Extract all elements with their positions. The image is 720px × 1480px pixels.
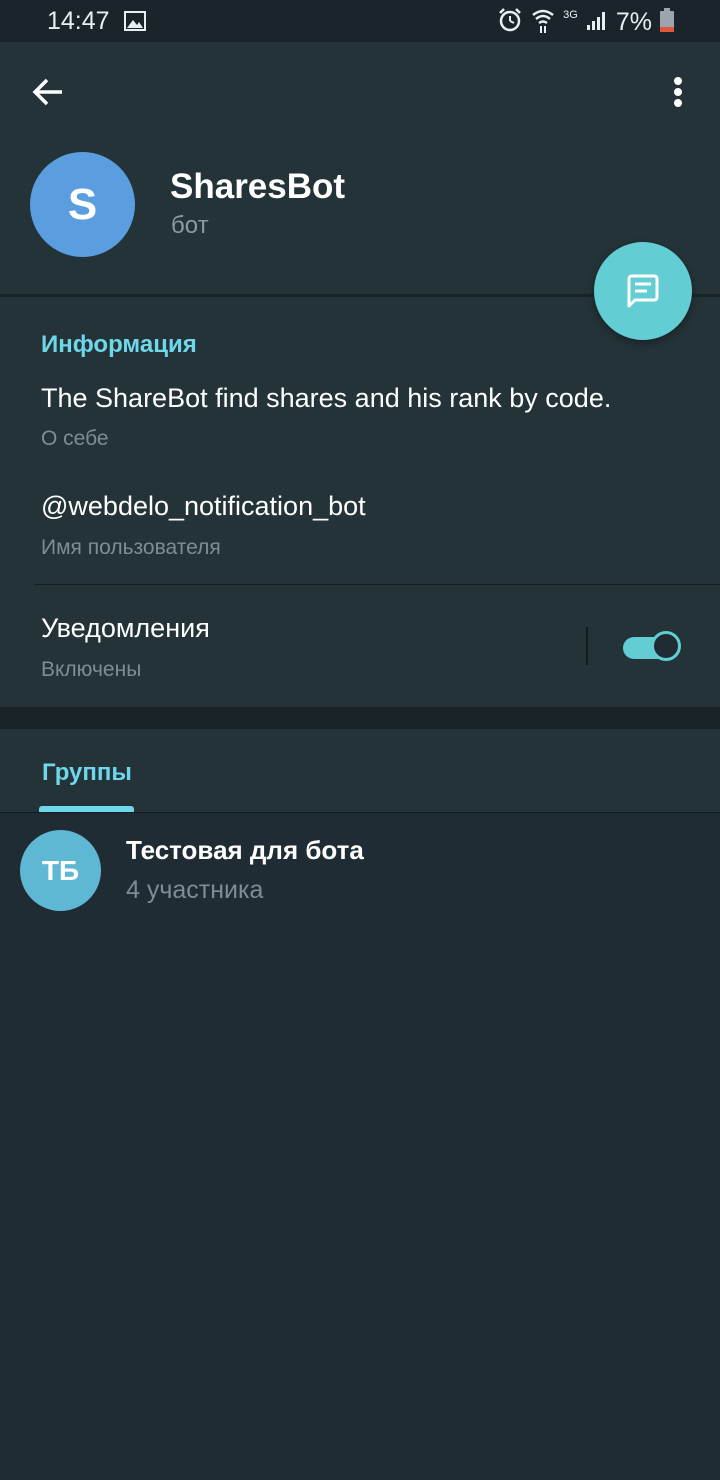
alarm-icon [497, 7, 523, 38]
username-hint: Имя пользователя [41, 536, 221, 559]
back-arrow-icon [32, 78, 62, 106]
username-text[interactable]: @webdelo_notification_bot [41, 491, 366, 522]
more-menu-button[interactable] [664, 74, 692, 114]
vertical-divider [586, 627, 588, 665]
battery-icon [660, 8, 674, 37]
notifications-label: Уведомления [41, 613, 210, 643]
back-button[interactable] [30, 74, 66, 110]
info-section-title: Информация [41, 331, 197, 358]
notifications-toggle[interactable] [623, 630, 683, 664]
status-bar: 14:47 3G 7% [0, 0, 720, 42]
notifications-status: Включены [41, 658, 142, 681]
send-message-button[interactable] [594, 242, 692, 340]
info-section: Информация The ShareBot find shares and … [0, 297, 720, 707]
group-members-count: 4 участника [126, 876, 264, 904]
row-divider [35, 584, 720, 585]
group-list-item[interactable]: ТБ Тестовая для бота 4 участника [0, 813, 720, 923]
image-icon [124, 11, 146, 36]
section-gap [0, 707, 720, 729]
status-time: 14:47 [47, 7, 110, 35]
battery-percent: 7% [615, 8, 652, 36]
about-text[interactable]: The ShareBot find shares and his rank by… [41, 383, 611, 414]
profile-subtitle: бот [171, 212, 209, 239]
bot-avatar[interactable]: S [30, 152, 135, 257]
network-type: 3G [563, 8, 578, 21]
status-icons: 3G 7% [497, 7, 674, 38]
message-icon [627, 274, 659, 308]
toggle-knob [651, 631, 681, 661]
about-hint: О себе [41, 427, 109, 450]
tabs-bar: Группы [0, 729, 720, 813]
tab-groups[interactable]: Группы [42, 759, 132, 787]
group-avatar: ТБ [20, 830, 101, 911]
profile-name: SharesBot [170, 167, 346, 206]
group-name: Тестовая для бота [126, 835, 364, 865]
signal-icon [586, 9, 608, 36]
wifi-icon [531, 7, 555, 38]
more-vert-icon [674, 77, 682, 107]
